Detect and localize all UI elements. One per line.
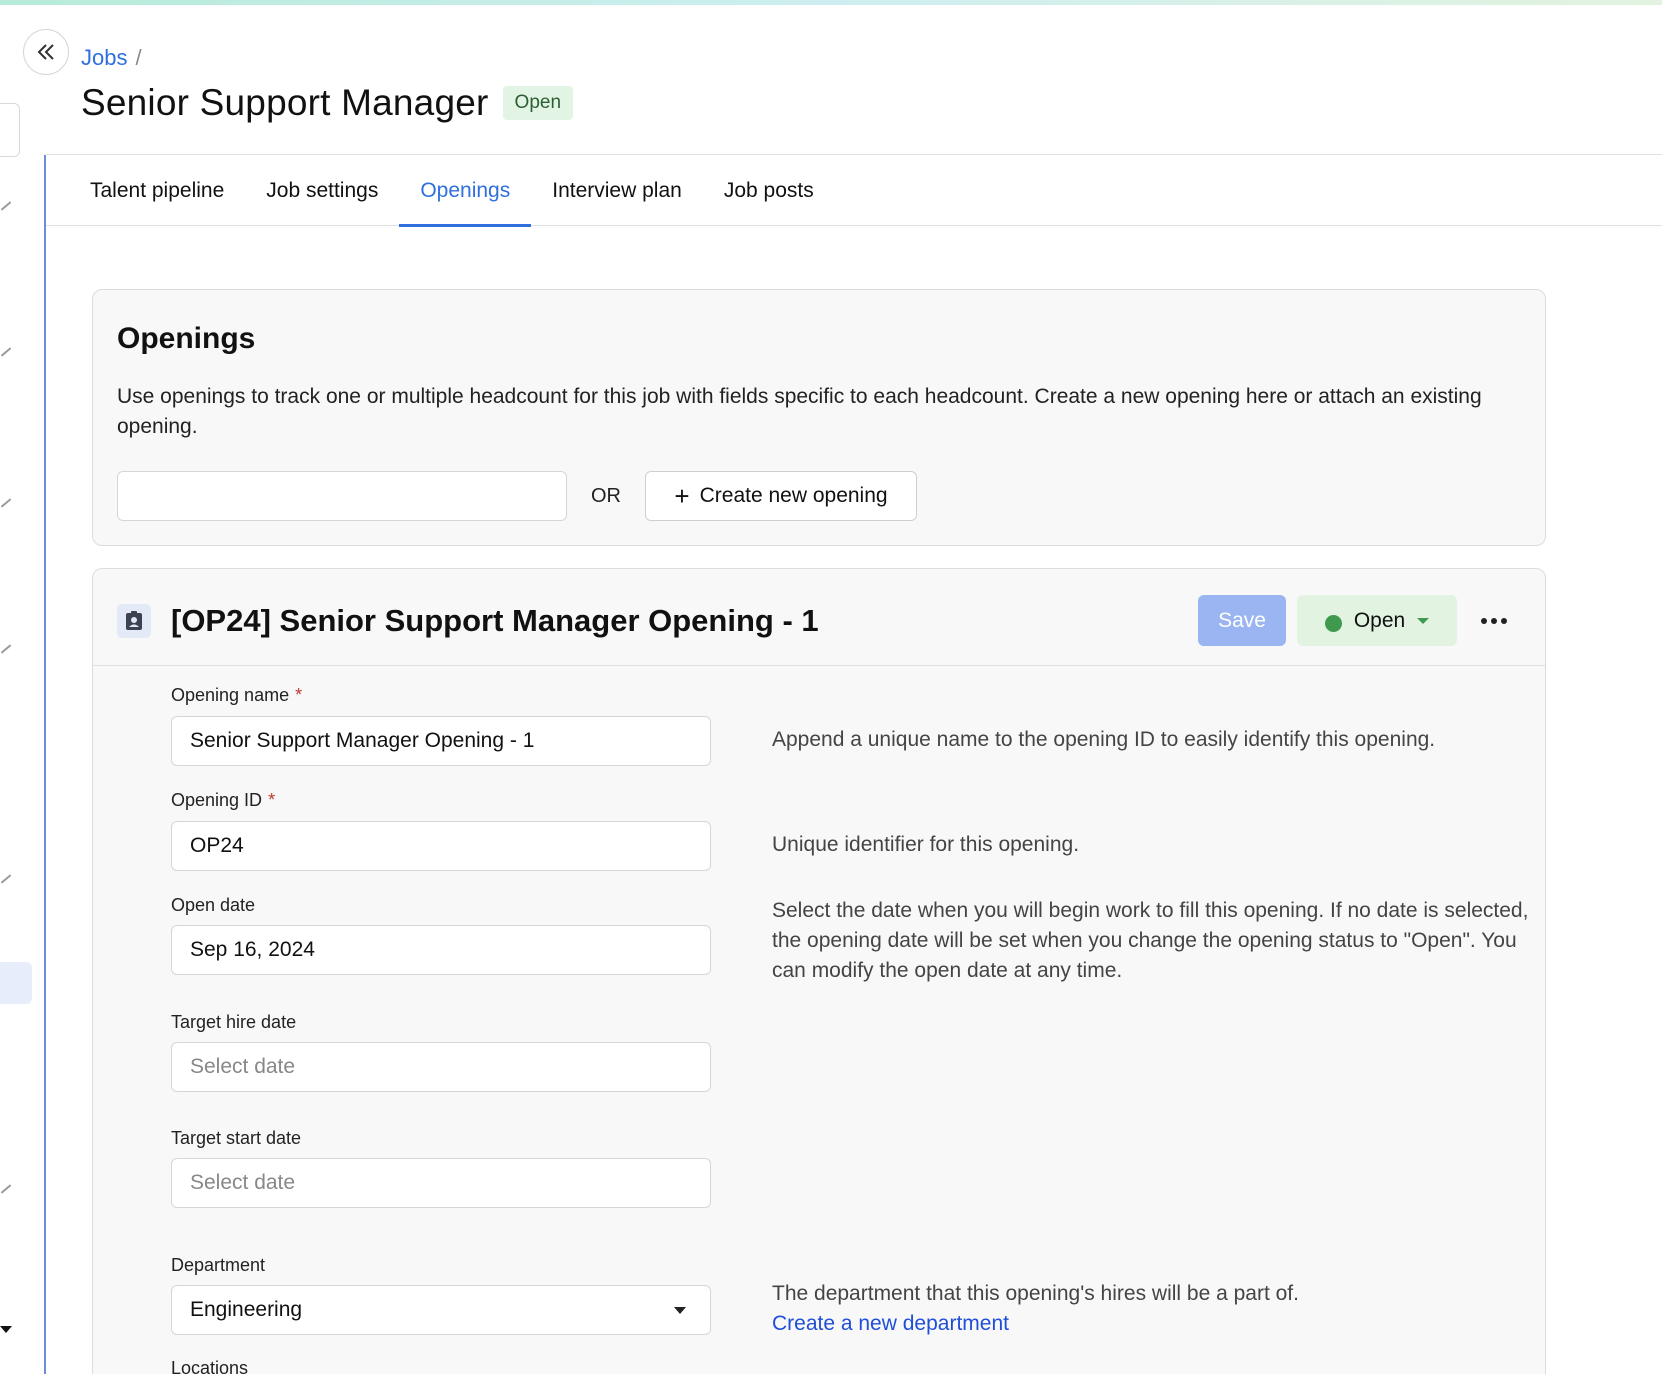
badge-id-icon <box>117 604 151 638</box>
breadcrumb-separator: / <box>135 45 142 70</box>
job-tabs: Talent pipeline Job settings Openings In… <box>46 155 1662 227</box>
opening-id-help: Unique identifier for this opening. <box>772 833 1080 856</box>
save-button[interactable]: Save <box>1198 595 1286 646</box>
openings-title: Openings <box>117 322 256 355</box>
locations-label: Locations <box>171 1358 249 1374</box>
tab-job-settings[interactable]: Job settings <box>245 155 399 226</box>
tab-interview-plan[interactable]: Interview plan <box>531 155 703 226</box>
status-dot-icon <box>1324 615 1342 632</box>
status-badge: Open <box>502 86 574 120</box>
plus-icon: + <box>674 481 690 511</box>
breadcrumb-jobs-link[interactable]: Jobs <box>81 45 127 71</box>
attach-opening-input[interactable] <box>117 471 567 521</box>
or-label: OR <box>591 485 621 507</box>
target-start-date-input[interactable]: Select date <box>171 1158 711 1208</box>
department-select-value: Engineering <box>190 1298 303 1321</box>
sidebar-item-icon[interactable] <box>0 347 12 357</box>
target-start-date-label: Target start date <box>171 1128 302 1148</box>
opening-detail-card: [OP24] Senior Support Manager Opening - … <box>92 568 1546 1374</box>
create-department-link[interactable]: Create a new department <box>772 1309 1532 1339</box>
opening-id-input[interactable]: OP24 <box>171 821 711 871</box>
sidebar-item-icon[interactable] <box>0 498 12 508</box>
sidebar-divider <box>44 155 46 1374</box>
sidebar-item-icon[interactable] <box>0 874 12 884</box>
caret-down-icon <box>1417 617 1430 624</box>
opening-header: [OP24] Senior Support Manager Opening - … <box>93 569 1545 666</box>
sidebar-item-active[interactable] <box>0 962 32 1004</box>
top-accent-strip <box>0 0 1662 5</box>
department-select[interactable]: Engineering <box>171 1285 711 1335</box>
opening-status-dropdown[interactable]: Open <box>1297 595 1457 646</box>
breadcrumb: Jobs / <box>81 45 142 71</box>
opening-title: [OP24] Senior Support Manager Opening - … <box>171 603 819 638</box>
create-new-opening-button[interactable]: + Create new opening <box>645 471 917 521</box>
required-marker: * <box>295 685 303 705</box>
tab-talent-pipeline[interactable]: Talent pipeline <box>69 155 245 226</box>
collapse-sidebar-button[interactable] <box>23 29 69 75</box>
sidebar <box>0 5 46 1374</box>
opening-status-label: Open <box>1353 608 1406 632</box>
sidebar-caret-icon[interactable] <box>0 1326 12 1333</box>
caret-down-icon <box>674 1307 686 1314</box>
opening-id-label-text: Opening ID <box>171 790 263 810</box>
more-dot-icon <box>1501 618 1507 624</box>
open-date-help: Select the date when you will begin work… <box>772 899 1529 982</box>
opening-name-input[interactable]: Senior Support Manager Opening - 1 <box>171 716 711 766</box>
department-help-block: The department that this opening's hires… <box>772 1279 1532 1339</box>
opening-name-label: Opening name * <box>171 685 302 706</box>
sidebar-search-box[interactable] <box>0 103 20 157</box>
opening-id-label: Opening ID * <box>171 790 275 811</box>
required-marker: * <box>268 790 276 810</box>
target-hire-date-input[interactable]: Select date <box>171 1042 711 1092</box>
more-dot-icon <box>1481 618 1487 624</box>
more-dot-icon <box>1491 618 1497 624</box>
sidebar-item-icon[interactable] <box>0 1184 12 1194</box>
more-options-button[interactable] <box>1474 601 1514 641</box>
opening-name-label-text: Opening name <box>171 685 290 705</box>
page-title: Senior Support Manager <box>81 82 489 123</box>
department-help: The department that this opening's hires… <box>772 1282 1299 1305</box>
openings-card: Openings Use openings to track one or mu… <box>92 289 1546 546</box>
openings-description: Use openings to track one or multiple he… <box>117 385 1482 438</box>
create-new-opening-label: Create new opening <box>699 484 888 507</box>
sidebar-item-icon[interactable] <box>0 201 12 211</box>
sidebar-item-icon[interactable] <box>0 644 12 654</box>
target-hire-date-label: Target hire date <box>171 1012 297 1032</box>
tab-job-posts[interactable]: Job posts <box>703 155 835 226</box>
double-chevron-left-icon <box>37 44 54 60</box>
open-date-input[interactable]: Sep 16, 2024 <box>171 925 711 975</box>
opening-name-help: Append a unique name to the opening ID t… <box>772 728 1436 751</box>
open-date-label: Open date <box>171 895 256 915</box>
department-label: Department <box>171 1255 266 1275</box>
tab-openings[interactable]: Openings <box>399 155 532 227</box>
page-title-row: Senior Support Manager Open <box>81 82 574 124</box>
